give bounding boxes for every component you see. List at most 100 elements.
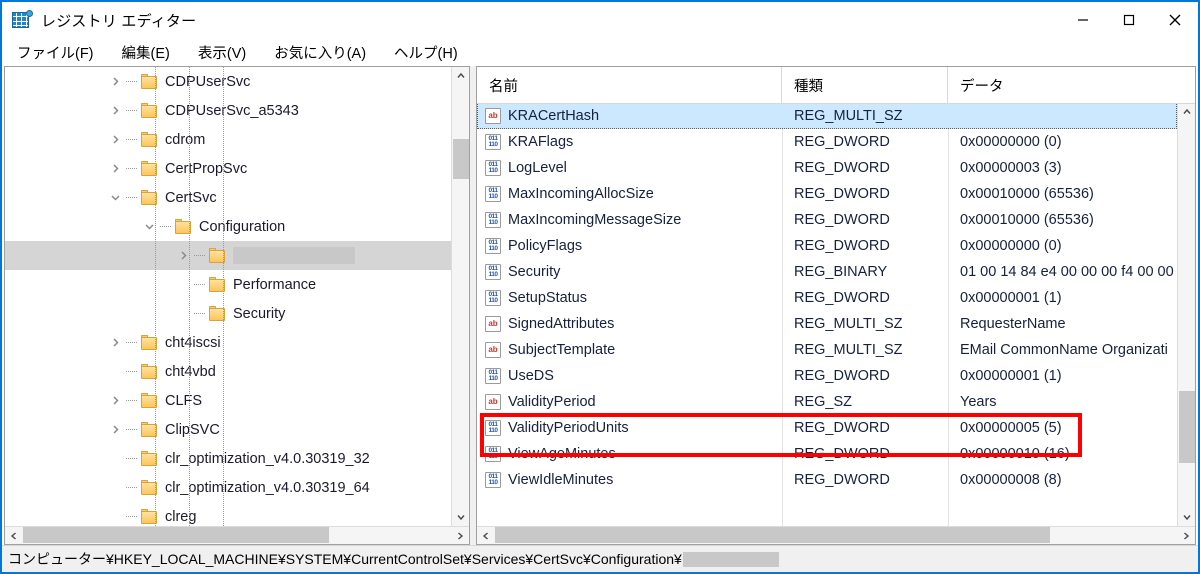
value-name-cell: 011 110 ValidityPeriodUnits (477, 420, 782, 436)
chevron-down-icon[interactable] (107, 183, 124, 212)
value-type-cell: REG_MULTI_SZ (794, 108, 903, 124)
values-hscroll-track[interactable] (495, 527, 1177, 544)
tree-scroll-up-icon[interactable] (452, 67, 470, 85)
value-row[interactable]: ab ValidityPeriod REG_SZ Years (477, 389, 1177, 415)
chevron-right-icon[interactable] (107, 96, 124, 125)
values-scroll-thumb[interactable] (1179, 391, 1195, 463)
tree-item[interactable]: clr_optimization_v4.0.30319_64 (5, 473, 451, 502)
value-type-cell: REG_DWORD (794, 134, 890, 150)
tree-connector (124, 67, 141, 96)
value-name-text: KRACertHash (508, 108, 600, 124)
chevron-right-icon[interactable] (107, 328, 124, 357)
tree-item[interactable]: cht4vbd (5, 357, 451, 386)
tree-item-label: CLFS (165, 392, 203, 409)
value-row[interactable]: 011 110 LogLevel REG_DWORD 0x00000003 (3) (477, 155, 1177, 181)
tree-item[interactable]: CLFS (5, 386, 451, 415)
tree-scroll-thumb[interactable] (453, 139, 469, 179)
value-row[interactable]: 011 110 KRAFlags REG_DWORD 0x00000000 (0) (477, 129, 1177, 155)
value-name-cell: 011 110 MaxIncomingAllocSize (477, 186, 782, 202)
tree-item[interactable]: clr_optimization_v4.0.30319_32 (5, 444, 451, 473)
tree-vertical-scrollbar[interactable] (451, 67, 469, 526)
value-row[interactable]: ab KRACertHash REG_MULTI_SZ (477, 103, 1177, 129)
tree-item[interactable]: CDPUserSvc_a5343 (5, 96, 451, 125)
tree-item[interactable]: clreg (5, 502, 451, 526)
values-scroll-up-icon[interactable] (1178, 103, 1196, 121)
tree-item[interactable]: cdrom (5, 125, 451, 154)
tree-scroll-right-icon[interactable] (451, 527, 469, 544)
menu-item-edit[interactable]: 編集(E) (121, 40, 171, 65)
tree-hscroll-track[interactable] (23, 527, 451, 544)
registry-key-tree[interactable]: CDPUserSvc CDPUserSvc_a5343 cdrom CertPropS… (5, 67, 451, 526)
tree-guide-line (223, 67, 224, 526)
tree-item[interactable] (5, 241, 451, 270)
tree-scroll-down-icon[interactable] (452, 508, 470, 526)
registry-values-list[interactable]: ab KRACertHash REG_MULTI_SZ 011 110 KRAFlags R… (477, 103, 1177, 526)
menu-item-favorites[interactable]: お気に入り(A) (273, 40, 367, 65)
tree-item[interactable]: ClipSVC (5, 415, 451, 444)
folder-icon (209, 277, 227, 292)
tree-connector (124, 473, 141, 502)
chevron-right-icon[interactable] (107, 67, 124, 96)
tree-item[interactable]: CDPUserSvc (5, 67, 451, 96)
tree-item-label: clreg (165, 508, 197, 525)
binary-value-icon: 011 110 (485, 160, 501, 176)
binary-value-icon: 011 110 (485, 420, 501, 436)
values-column-header: 名前 種類 データ (477, 67, 1195, 104)
value-row[interactable]: 011 110 SetupStatus REG_DWORD 0x00000001 (1) (477, 285, 1177, 311)
values-scroll-left-icon[interactable] (477, 527, 495, 544)
minimize-icon[interactable] (1060, 2, 1106, 38)
value-row[interactable]: ab SubjectTemplate REG_MULTI_SZ EMail Commo… (477, 337, 1177, 363)
value-data-cell: Years (960, 394, 997, 410)
tree-item[interactable]: CertPropSvc (5, 154, 451, 183)
maximize-icon[interactable] (1106, 2, 1152, 38)
tree-item[interactable]: CertSvc (5, 183, 451, 212)
menu-item-help[interactable]: ヘルプ(H) (393, 40, 459, 65)
value-row[interactable]: 011 110 MaxIncomingAllocSize REG_DWORD 0x000… (477, 181, 1177, 207)
tree-item[interactable]: Performance (5, 270, 451, 299)
value-row[interactable]: 011 110 UseDS REG_DWORD 0x00000001 (1) (477, 363, 1177, 389)
binary-value-icon: 011 110 (485, 472, 501, 488)
folder-icon (175, 219, 193, 234)
chevron-right-icon[interactable] (107, 386, 124, 415)
tree-item[interactable]: Configuration (5, 212, 451, 241)
values-hscroll-thumb[interactable] (495, 527, 1050, 543)
values-scroll-down-icon[interactable] (1178, 508, 1196, 526)
tree-guide-line (189, 67, 190, 526)
tree-item[interactable]: cht4iscsi (5, 328, 451, 357)
tree-scroll-left-icon[interactable] (5, 527, 23, 544)
value-name-text: SignedAttributes (508, 316, 615, 332)
column-header-name[interactable]: 名前 (477, 67, 782, 103)
value-row[interactable]: ab SignedAttributes REG_MULTI_SZ RequesterN… (477, 311, 1177, 337)
values-scroll-right-icon[interactable] (1177, 527, 1195, 544)
value-data-cell: 01 00 14 84 e4 00 00 00 f4 00 00 0 (960, 264, 1177, 280)
registry-editor-window: レジストリ エディター ファイル(F) 編集(E) 表示(V) お気に入り(A)… (0, 0, 1200, 574)
tree-hscroll-thumb[interactable] (23, 527, 329, 543)
value-row[interactable]: 011 110 ViewAgeMinutes REG_DWORD 0x00000010 … (477, 441, 1177, 467)
binary-value-icon: 011 110 (485, 134, 501, 150)
close-icon[interactable] (1152, 2, 1198, 38)
menu-item-view[interactable]: 表示(V) (197, 40, 247, 65)
values-horizontal-scrollbar[interactable] (477, 526, 1195, 544)
value-row[interactable]: 011 110 Security REG_BINARY 01 00 14 84 e4 0… (477, 259, 1177, 285)
column-header-data[interactable]: データ (948, 67, 1195, 103)
value-row[interactable]: 011 110 PolicyFlags REG_DWORD 0x00000000 (0) (477, 233, 1177, 259)
chevron-right-icon[interactable] (107, 125, 124, 154)
menu-item-file[interactable]: ファイル(F) (16, 40, 95, 65)
chevron-right-icon[interactable] (107, 154, 124, 183)
value-row[interactable]: 011 110 MaxIncomingMessageSize REG_DWORD 0x0… (477, 207, 1177, 233)
value-row[interactable]: 011 110 ValidityPeriodUnits REG_DWORD 0x0000… (477, 415, 1177, 441)
column-header-type[interactable]: 種類 (782, 67, 948, 103)
values-vertical-scrollbar[interactable] (1177, 103, 1195, 526)
tree-connector (124, 328, 141, 357)
folder-icon (141, 364, 159, 379)
value-row[interactable]: 011 110 ViewIdleMinutes REG_DWORD 0x00000008… (477, 467, 1177, 493)
chevron-right-icon[interactable] (107, 415, 124, 444)
tree-horizontal-scrollbar[interactable] (5, 526, 469, 544)
value-name-cell: 011 110 KRAFlags (477, 134, 782, 150)
value-data-cell: 0x00000003 (3) (960, 160, 1062, 176)
value-data-cell: 0x00000001 (1) (960, 368, 1062, 384)
tree-item[interactable]: Security (5, 299, 451, 328)
